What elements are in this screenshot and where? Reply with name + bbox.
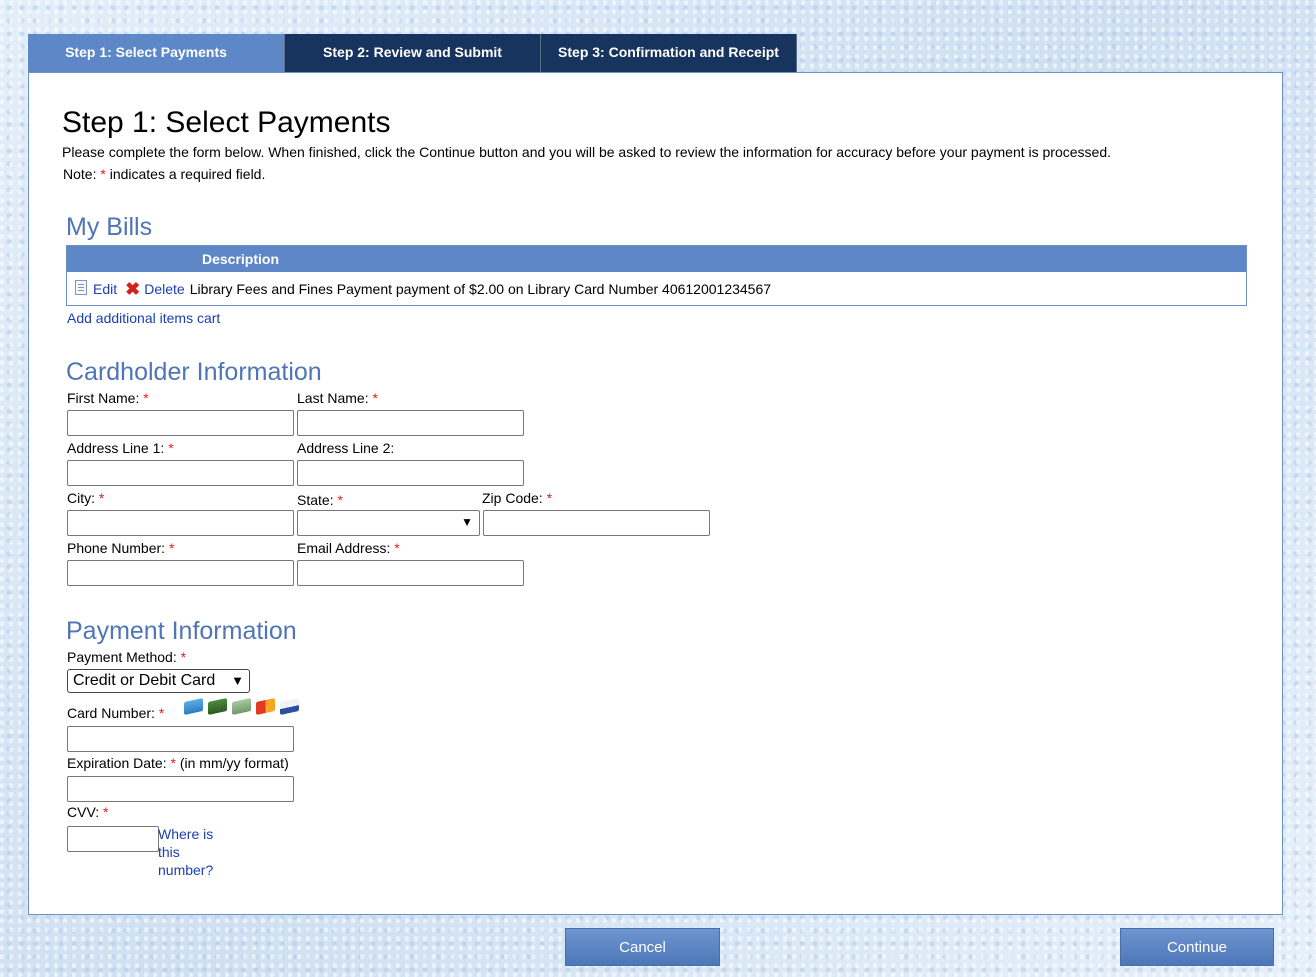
- payment-heading: Payment Information: [66, 617, 297, 645]
- form-panel: Step 1: Select Payments Please complete …: [28, 72, 1283, 915]
- bills-table: Description Edit ✖ Delete Library Fees a…: [66, 245, 1247, 306]
- phone-label: Phone Number: *: [67, 540, 175, 556]
- zip-label: Zip Code: *: [482, 490, 553, 506]
- payment-method-label: Payment Method: *: [67, 649, 187, 665]
- my-bills-heading: My Bills: [66, 213, 153, 241]
- visa-icon: [280, 697, 299, 716]
- address1-label: Address Line 1: *: [67, 440, 174, 456]
- cancel-button[interactable]: Cancel: [565, 928, 720, 966]
- first-name-input[interactable]: [67, 410, 294, 436]
- tab-step-3[interactable]: Step 3: Confirmation and Receipt: [541, 34, 797, 72]
- expiration-label: Expiration Date: * (in mm/yy format): [67, 755, 289, 771]
- address2-label: Address Line 2:: [297, 440, 395, 456]
- add-items-link[interactable]: Add additional items cart: [67, 310, 220, 326]
- mastercard-icon: [256, 697, 275, 716]
- table-row: Edit ✖ Delete Library Fees and Fines Pay…: [67, 272, 1246, 306]
- city-label: City: *: [67, 490, 105, 506]
- state-select[interactable]: ▼: [297, 510, 480, 536]
- card-number-label: Card Number: *: [67, 705, 165, 721]
- tab-step-1[interactable]: Step 1: Select Payments: [28, 34, 285, 72]
- delete-x-icon[interactable]: ✖: [125, 272, 140, 306]
- cvv-label: CVV: *: [67, 804, 109, 820]
- card-number-input[interactable]: [67, 726, 294, 752]
- cardholder-heading: Cardholder Information: [66, 358, 322, 386]
- intro-text: Please complete the form below. When fin…: [62, 144, 1111, 160]
- accepted-cards: [184, 697, 299, 716]
- zip-input[interactable]: [483, 510, 710, 536]
- delete-link[interactable]: Delete: [144, 272, 184, 306]
- bills-table-header: Description: [67, 246, 1246, 272]
- address1-input[interactable]: [67, 460, 294, 486]
- expiration-input[interactable]: [67, 776, 294, 802]
- diners-icon: [232, 697, 251, 716]
- document-icon: [75, 279, 87, 295]
- amex-icon: [184, 697, 203, 716]
- step-tabs: Step 1: Select Payments Step 2: Review a…: [28, 34, 797, 72]
- last-name-input[interactable]: [297, 410, 524, 436]
- bill-description: Library Fees and Fines Payment payment o…: [189, 281, 772, 297]
- address2-input[interactable]: [297, 460, 524, 486]
- payment-method-select[interactable]: Credit or Debit Card ▼: [67, 669, 250, 693]
- email-label: Email Address: *: [297, 540, 400, 556]
- continue-button[interactable]: Continue: [1120, 928, 1274, 966]
- page-title: Step 1: Select Payments: [62, 106, 391, 139]
- cvv-input[interactable]: [67, 826, 159, 852]
- edit-link[interactable]: Edit: [93, 272, 117, 306]
- required-note: Note: * indicates a required field.: [63, 166, 266, 182]
- tab-step-2[interactable]: Step 2: Review and Submit: [285, 34, 541, 72]
- cvv-help-link[interactable]: Where is this number?: [158, 825, 228, 879]
- phone-input[interactable]: [67, 560, 294, 586]
- state-label: State: *: [297, 492, 343, 508]
- first-name-label: First Name: *: [67, 390, 149, 406]
- email-input[interactable]: [297, 560, 524, 586]
- chevron-down-icon: ▼: [231, 673, 244, 688]
- chevron-down-icon: ▼: [461, 515, 473, 529]
- last-name-label: Last Name: *: [297, 390, 378, 406]
- city-input[interactable]: [67, 510, 294, 536]
- discover-icon: [208, 697, 227, 716]
